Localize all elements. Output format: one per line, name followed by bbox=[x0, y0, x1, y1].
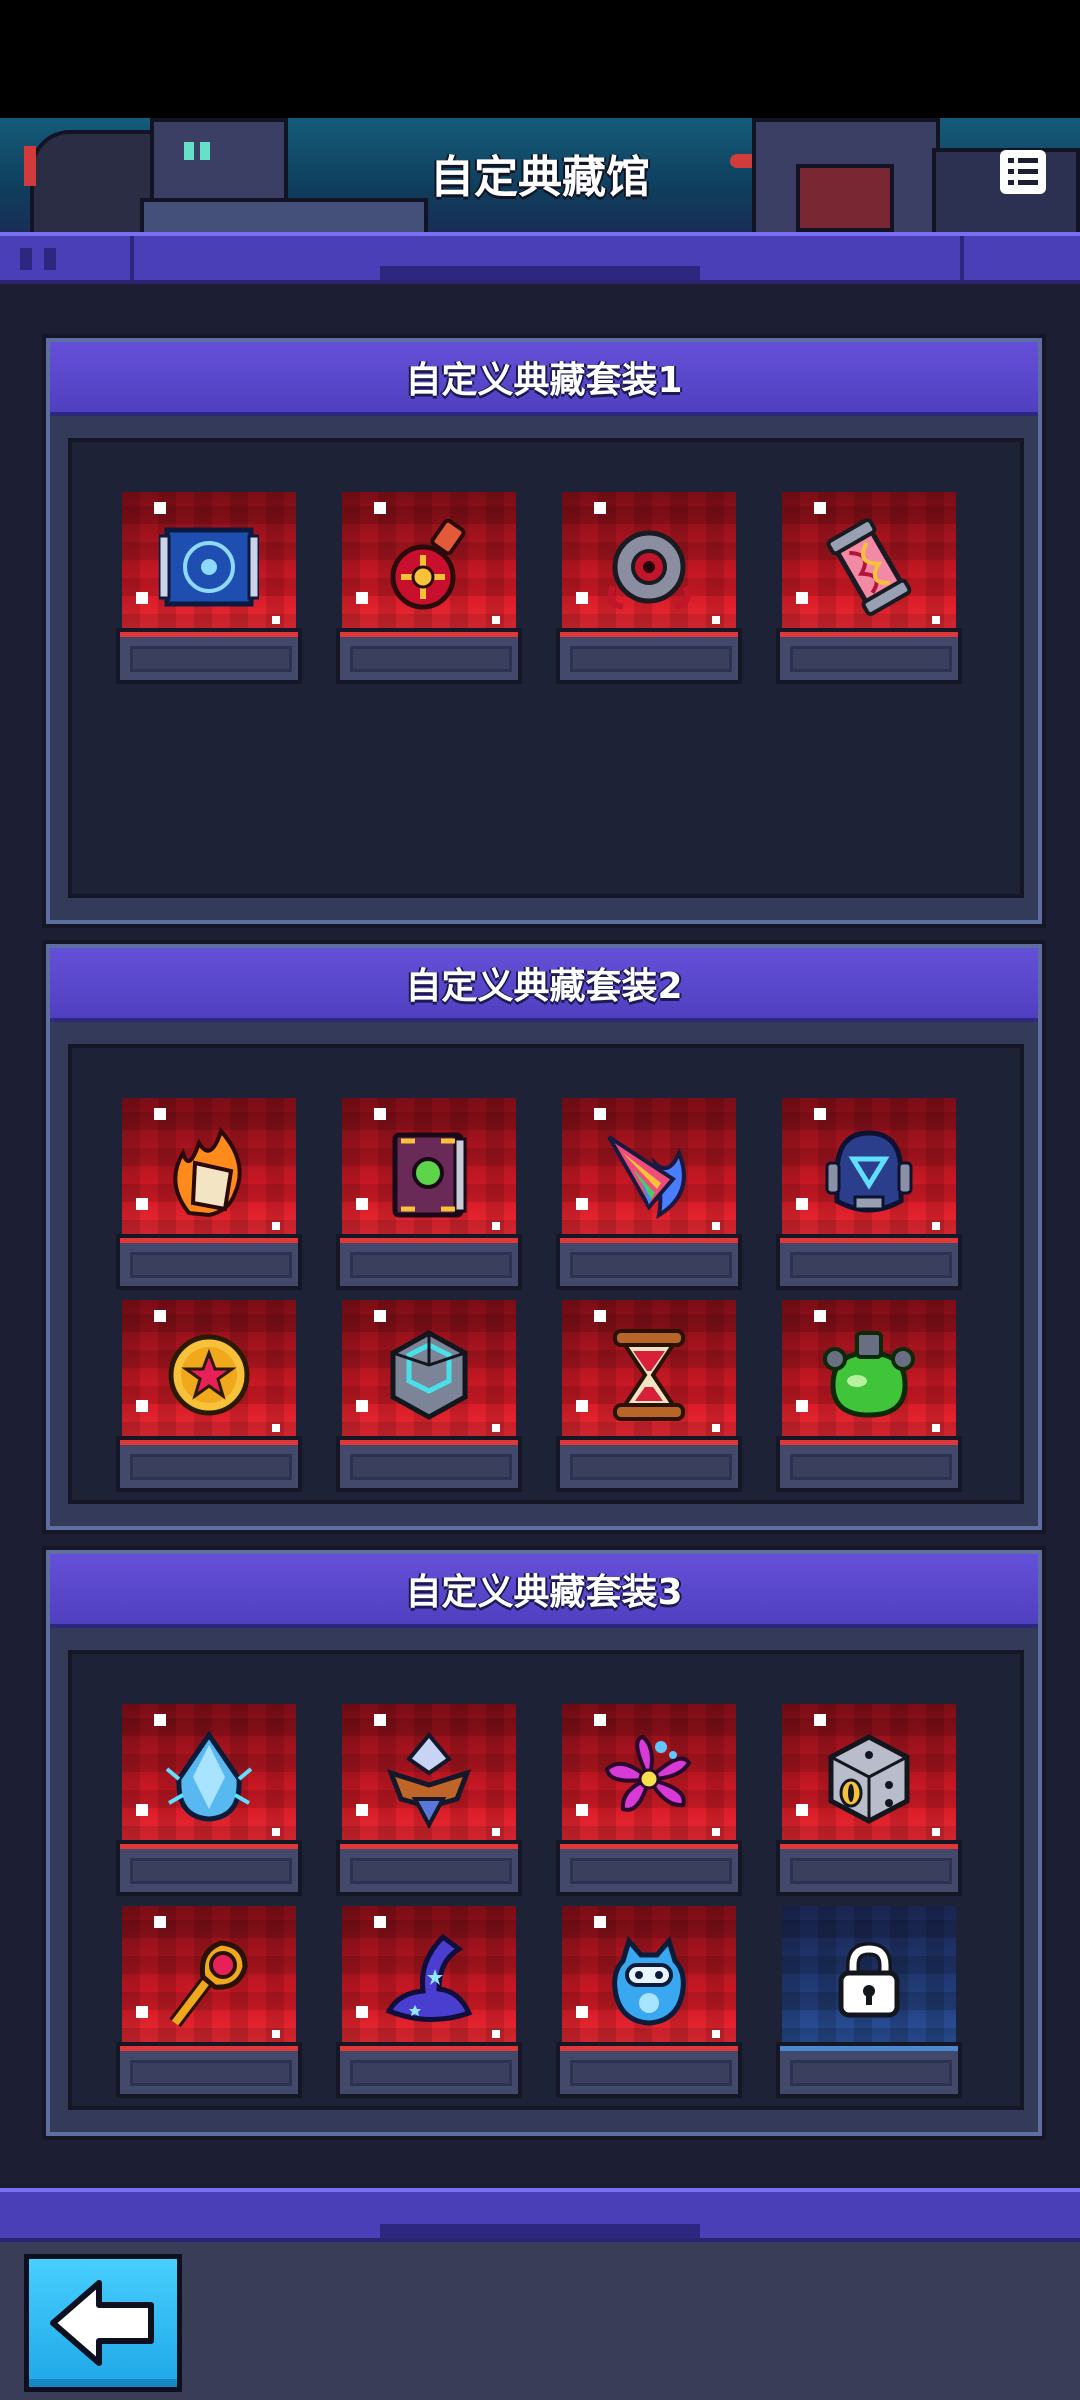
collection-slot[interactable] bbox=[336, 1906, 522, 2098]
collection-slot[interactable] bbox=[336, 1098, 522, 1290]
collection-slot[interactable] bbox=[556, 1098, 742, 1290]
collection-slot[interactable] bbox=[116, 1906, 302, 2098]
set-items-area bbox=[68, 1044, 1024, 1504]
collection-slot[interactable] bbox=[556, 492, 742, 684]
star-coin-icon bbox=[149, 1316, 269, 1434]
collection-slot[interactable] bbox=[116, 1098, 302, 1290]
page-title: 自定典藏馆 bbox=[430, 152, 650, 203]
collection-set-panel: 自定义典藏套装3 bbox=[46, 1550, 1042, 2136]
collection-slot[interactable] bbox=[776, 492, 962, 684]
collection-set-panel: 自定义典藏套装1 bbox=[46, 338, 1042, 924]
back-arrow-icon bbox=[43, 2273, 163, 2377]
set-title: 自定义典藏套装1 bbox=[50, 342, 1038, 416]
collection-slot[interactable] bbox=[556, 1704, 742, 1896]
crowned-gem-icon bbox=[369, 1720, 489, 1838]
robot-helmet-icon bbox=[809, 1114, 929, 1232]
mechanical-eye-orb-icon bbox=[589, 508, 709, 626]
collection-slot[interactable] bbox=[776, 1098, 962, 1290]
collection-slot[interactable] bbox=[336, 1300, 522, 1492]
rainbow-unicorn-horn-icon bbox=[589, 1114, 709, 1232]
status-bar bbox=[0, 0, 1080, 118]
collection-slot[interactable] bbox=[116, 1300, 302, 1492]
collection-slot[interactable] bbox=[116, 1704, 302, 1896]
collection-slot[interactable] bbox=[556, 1906, 742, 2098]
lock-icon bbox=[809, 1922, 929, 2040]
collection-slot[interactable] bbox=[336, 492, 522, 684]
set-title: 自定义典藏套装3 bbox=[50, 1554, 1038, 1628]
ice-crystal-gem-icon bbox=[149, 1720, 269, 1838]
back-button[interactable] bbox=[24, 2254, 182, 2392]
list-menu-icon[interactable] bbox=[1000, 150, 1046, 194]
set-items-area bbox=[68, 1650, 1024, 2110]
locked-collection-slot[interactable] bbox=[776, 1906, 962, 2098]
collection-slot[interactable] bbox=[776, 1704, 962, 1896]
header-divider-bar bbox=[0, 232, 1080, 284]
red-potion-flask-icon bbox=[369, 508, 489, 626]
blueprint-map-icon bbox=[149, 508, 269, 626]
footer-divider-bar bbox=[0, 2188, 1080, 2242]
collection-slot[interactable] bbox=[776, 1300, 962, 1492]
monster-dice-icon bbox=[809, 1720, 929, 1838]
hourglass-icon bbox=[589, 1316, 709, 1434]
collection-set-panel: 自定义典藏套装2 bbox=[46, 944, 1042, 1530]
collection-slot[interactable] bbox=[336, 1704, 522, 1896]
wizard-hat-icon bbox=[369, 1922, 489, 2040]
collection-slot[interactable] bbox=[556, 1300, 742, 1492]
dna-capsule-icon bbox=[809, 508, 929, 626]
spell-book-icon bbox=[369, 1114, 489, 1232]
magic-flower-icon bbox=[589, 1720, 709, 1838]
flaming-scroll-icon bbox=[149, 1114, 269, 1232]
ice-robot-pet-icon bbox=[589, 1922, 709, 2040]
collection-slot[interactable] bbox=[116, 492, 302, 684]
crystal-cube-icon bbox=[369, 1316, 489, 1434]
green-slime-goggles-icon bbox=[809, 1316, 929, 1434]
set-title: 自定义典藏套装2 bbox=[50, 948, 1038, 1022]
set-items-area bbox=[68, 438, 1024, 898]
ruby-staff-icon bbox=[149, 1922, 269, 2040]
